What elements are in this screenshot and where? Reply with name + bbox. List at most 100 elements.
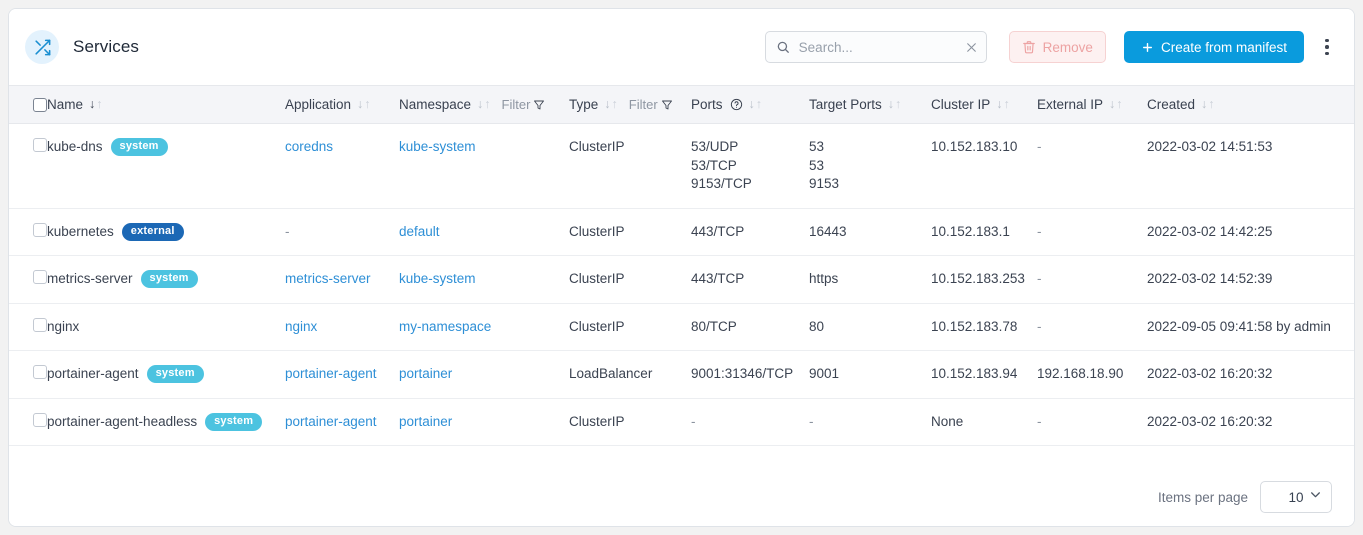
column-label-application: Application bbox=[285, 97, 352, 112]
cell-cluster-ip: 10.152.183.10 bbox=[931, 123, 1037, 209]
column-label-type: Type bbox=[569, 97, 599, 112]
cell-application: - bbox=[285, 208, 399, 256]
cell-application: coredns bbox=[285, 123, 399, 209]
items-per-page-control[interactable]: 102550100 bbox=[1260, 481, 1332, 513]
cell-cluster-ip: 10.152.183.78 bbox=[931, 303, 1037, 351]
cell-created: 2022-03-02 16:20:32 bbox=[1147, 350, 1354, 399]
cell-created: 2022-03-02 14:51:53 bbox=[1147, 123, 1354, 209]
table-row[interactable]: metrics-server system metrics-server kube… bbox=[9, 255, 1354, 304]
cell-external-ip: 192.168.18.90 bbox=[1037, 350, 1147, 399]
table-body: kube-dns system coredns kube-system Clust… bbox=[9, 123, 1354, 446]
table-row[interactable]: kubernetes external - default ClusterIP 4… bbox=[9, 208, 1354, 256]
column-header-type[interactable]: Type ↓ ↑ Filter bbox=[569, 85, 691, 124]
application-link[interactable]: coredns bbox=[285, 139, 333, 154]
table-row[interactable]: nginx nginx my-namespace ClusterIP 80/TC… bbox=[9, 303, 1354, 351]
sort-toggle-application[interactable]: ↓ ↑ bbox=[357, 98, 371, 111]
sort-toggle-name[interactable]: ↓ ↑ bbox=[89, 98, 103, 111]
column-header-application[interactable]: Application ↓ ↑ bbox=[285, 85, 399, 124]
cell-name: metrics-server system bbox=[47, 255, 285, 304]
remove-button[interactable]: Remove bbox=[1008, 31, 1106, 63]
namespace-link[interactable]: kube-system bbox=[399, 139, 476, 154]
cell-ports: 9001:31346/TCP bbox=[691, 350, 809, 399]
sort-toggle-target-ports[interactable]: ↓ ↑ bbox=[888, 98, 902, 111]
status-badge: external bbox=[121, 222, 184, 241]
cell-cluster-ip: 10.152.183.1 bbox=[931, 208, 1037, 256]
application-link[interactable]: metrics-server bbox=[285, 271, 371, 286]
target-port-value: 9153 bbox=[809, 176, 840, 191]
column-header-namespace[interactable]: Namespace ↓ ↑ Filter bbox=[399, 85, 569, 124]
table-row[interactable]: portainer-agent system portainer-agent po… bbox=[9, 350, 1354, 399]
port-value: 53/UDP bbox=[691, 139, 739, 154]
column-label-external-ip: External IP bbox=[1037, 97, 1104, 112]
remove-button-label: Remove bbox=[1042, 39, 1093, 55]
cell-namespace: my-namespace bbox=[399, 303, 569, 351]
column-header-name[interactable]: Name ↓ ↑ bbox=[47, 85, 285, 124]
namespace-link[interactable]: my-namespace bbox=[399, 319, 491, 334]
row-checkbox[interactable] bbox=[33, 138, 47, 152]
cell-cluster-ip: 10.152.183.94 bbox=[931, 350, 1037, 399]
row-checkbox[interactable] bbox=[33, 412, 47, 427]
table-row[interactable]: portainer-agent-headless system portainer… bbox=[9, 398, 1354, 446]
cell-type: ClusterIP bbox=[569, 208, 691, 256]
row-checkbox[interactable] bbox=[33, 365, 47, 379]
search-box[interactable] bbox=[764, 31, 987, 63]
more-vertical-icon[interactable] bbox=[1318, 38, 1336, 56]
row-select-cell bbox=[9, 123, 47, 209]
cell-ports: 443/TCP bbox=[691, 255, 809, 304]
cell-target-ports: - bbox=[809, 398, 931, 446]
application-link[interactable]: nginx bbox=[285, 319, 317, 334]
cell-application: portainer-agent bbox=[285, 398, 399, 446]
column-label-ports: Ports bbox=[691, 97, 723, 112]
cell-external-ip: - bbox=[1037, 303, 1147, 351]
service-name: metrics-server bbox=[47, 271, 133, 286]
sort-toggle-type[interactable]: ↓ ↑ bbox=[604, 98, 618, 111]
sort-toggle-created[interactable]: ↓ ↑ bbox=[1201, 98, 1215, 111]
sort-toggle-namespace[interactable]: ↓ ↑ bbox=[477, 98, 491, 111]
search-input[interactable] bbox=[796, 38, 958, 56]
row-select-cell bbox=[9, 350, 47, 399]
cell-created: 2022-03-02 14:52:39 bbox=[1147, 255, 1354, 304]
sort-toggle-ports[interactable]: ↓ ↑ bbox=[749, 98, 763, 111]
select-all-checkbox[interactable] bbox=[33, 97, 47, 112]
cell-type: ClusterIP bbox=[569, 255, 691, 304]
sort-toggle-cluster-ip[interactable]: ↓ ↑ bbox=[996, 98, 1010, 111]
cell-type: LoadBalancer bbox=[569, 350, 691, 399]
cell-type: ClusterIP bbox=[569, 123, 691, 209]
column-header-external-ip[interactable]: External IP ↓ ↑ bbox=[1037, 85, 1147, 124]
namespace-link[interactable]: portainer bbox=[399, 414, 452, 429]
application-link[interactable]: portainer-agent bbox=[285, 366, 377, 381]
namespace-link[interactable]: portainer bbox=[399, 366, 452, 381]
filter-type-button[interactable]: Filter bbox=[629, 97, 673, 112]
cell-application: nginx bbox=[285, 303, 399, 351]
namespace-link[interactable]: kube-system bbox=[399, 271, 476, 286]
target-port-value: 53 bbox=[809, 157, 825, 173]
create-from-manifest-button[interactable]: Create from manifest bbox=[1123, 31, 1304, 63]
cell-namespace: portainer bbox=[399, 350, 569, 399]
page-toolbar: Services Search... Remove Create from ma… bbox=[9, 9, 1354, 85]
help-circle-icon[interactable] bbox=[730, 98, 743, 111]
column-header-created[interactable]: Created ↓ ↑ bbox=[1147, 85, 1354, 124]
filter-namespace-button[interactable]: Filter bbox=[502, 97, 546, 112]
row-checkbox[interactable] bbox=[33, 222, 47, 237]
port-value: 53/TCP bbox=[691, 157, 737, 173]
column-label-target-ports: Target Ports bbox=[809, 97, 882, 112]
column-header-ports[interactable]: Ports ↓ ↑ bbox=[691, 85, 809, 124]
status-badge: system bbox=[140, 270, 198, 289]
row-select-cell bbox=[9, 255, 47, 304]
row-checkbox[interactable] bbox=[33, 317, 47, 332]
namespace-link[interactable]: default bbox=[399, 224, 440, 239]
row-checkbox[interactable] bbox=[33, 270, 47, 284]
services-table: Name ↓ ↑ Application ↓ ↑ Namespace ↓ ↑ F… bbox=[9, 85, 1354, 446]
application-link[interactable]: portainer-agent bbox=[285, 414, 377, 429]
close-icon[interactable] bbox=[965, 41, 978, 54]
status-badge: system bbox=[110, 138, 168, 157]
cell-type: ClusterIP bbox=[569, 303, 691, 351]
column-header-cluster-ip[interactable]: Cluster IP ↓ ↑ bbox=[931, 85, 1037, 124]
funnel-icon bbox=[533, 99, 545, 111]
column-label-namespace: Namespace bbox=[399, 97, 472, 112]
cell-target-ports: 53 53 9153 bbox=[809, 123, 931, 209]
items-per-page-select[interactable]: 102550100 bbox=[1260, 481, 1332, 513]
table-row[interactable]: kube-dns system coredns kube-system Clust… bbox=[9, 123, 1354, 209]
column-header-target-ports[interactable]: Target Ports ↓ ↑ bbox=[809, 85, 931, 124]
sort-toggle-external-ip[interactable]: ↓ ↑ bbox=[1109, 98, 1123, 111]
